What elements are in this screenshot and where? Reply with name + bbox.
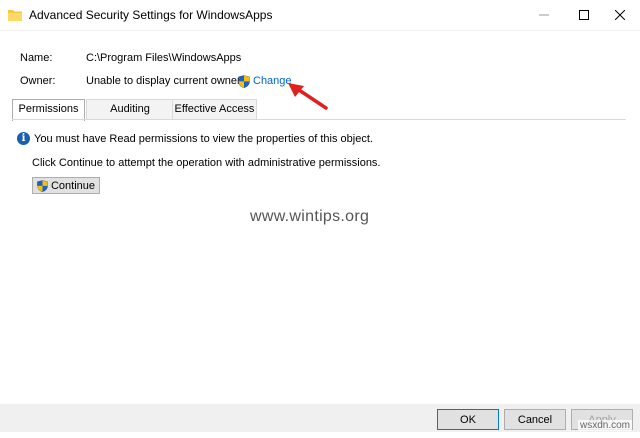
tab-auditing[interactable]: Auditing — [86, 99, 174, 119]
owner-value: Unable to display current owner. — [86, 75, 244, 87]
owner-label: Owner: — [20, 75, 56, 87]
name-value: C:\Program Files\WindowsApps — [86, 52, 242, 64]
ok-button[interactable]: OK — [437, 409, 499, 430]
maximize-button[interactable] — [564, 0, 604, 30]
uac-shield-icon — [238, 74, 250, 88]
window-title: Advanced Security Settings for WindowsAp… — [29, 8, 273, 22]
red-arrow-annotation — [288, 83, 328, 110]
cancel-button[interactable]: Cancel — [504, 409, 566, 430]
continue-button-label: Continue — [50, 179, 96, 192]
watermark-text: www.wintips.org — [250, 208, 370, 225]
folder-icon — [8, 10, 22, 21]
site-watermark: wsxdn.com — [578, 420, 633, 431]
continue-message: Click Continue to attempt the operation … — [32, 157, 381, 169]
minimize-button[interactable] — [524, 0, 564, 30]
maximize-icon — [579, 10, 589, 20]
uac-shield-icon — [37, 179, 48, 192]
info-message: You must have Read permissions to view t… — [34, 132, 373, 145]
continue-button[interactable]: Continue — [32, 177, 100, 194]
minimize-icon — [539, 14, 549, 16]
title-bar: Advanced Security Settings for WindowsAp… — [0, 0, 640, 31]
change-owner-link[interactable]: Change — [238, 73, 292, 89]
tab-permissions[interactable]: Permissions — [12, 99, 85, 121]
window-bottom-edge — [0, 432, 640, 438]
tab-effective-access[interactable]: Effective Access — [172, 99, 257, 119]
close-button[interactable] — [600, 0, 640, 30]
info-message-row: i You must have Read permissions to view… — [17, 132, 373, 145]
info-icon: i — [17, 132, 30, 145]
name-label: Name: — [20, 52, 53, 64]
close-icon — [615, 10, 625, 20]
